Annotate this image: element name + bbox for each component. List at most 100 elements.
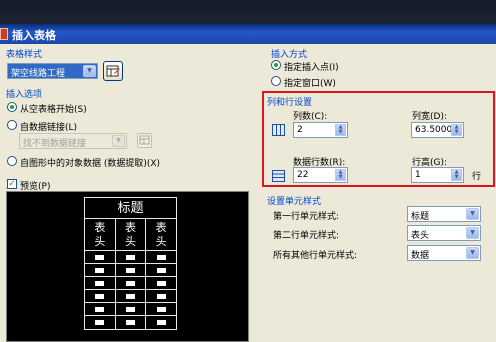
data-link-select[interactable]: 找不到数据链接 ▼ [19,133,127,149]
preview-header-cell: 表头 [155,221,167,248]
specify-window-label: 指定窗口(W) [284,79,336,89]
preview-data-row [85,264,176,277]
preview-data-cell [116,264,147,276]
table-style-group-label: 表格样式 [6,50,43,60]
dialog-title-bar[interactable]: 插入表格 [0,24,496,44]
table-style-value: 架空线路工程 [11,69,66,79]
radio-from-data-link[interactable] [7,120,17,130]
from-data-link-label: 自数据链接(L) [20,123,78,133]
specify-insertion-point-label: 指定插入点(I) [284,63,339,73]
insert-options-group-label: 插入选项 [6,90,43,100]
preview-data-row [85,251,176,264]
first-row-style-label: 第一行单元样式: [273,212,340,222]
preview-table: 标题 表头 表头 表头 [84,197,177,330]
data-link-manager-button[interactable] [137,133,152,148]
preview-data-mark [126,306,135,312]
preview-header-cell: 表头 [116,219,147,250]
preview-data-mark [126,267,135,273]
preview-data-cell [146,264,176,276]
table-style-icon [106,65,120,77]
other-rows-style-label: 所有其他行单元样式: [273,251,358,261]
preview-data-mark [126,254,135,260]
radio-from-object-data[interactable] [7,156,17,166]
insert-method-group-label: 插入方式 [271,50,308,60]
preview-data-cell [146,303,176,315]
preview-data-mark [156,254,166,260]
row-height-unit: 行 [472,172,482,182]
preview-data-mark [156,306,166,312]
preview-table-title: 标题 [85,198,176,219]
other-rows-style-select[interactable]: 数据 ▼ [407,245,481,261]
radio-specify-window[interactable] [271,76,281,86]
rows-icon [272,170,285,182]
data-rows-value: 22 [297,170,309,180]
columns-icon [272,124,285,136]
column-width-label: 列宽(D): [412,112,447,122]
preview-data-row [85,290,176,303]
column-width-spinner[interactable]: ▲ ▼ [451,124,462,136]
column-width-value: 63.5000 [415,125,453,135]
insert-table-dialog: 表格样式 架空线路工程 ▼ 插入选项 从空表格开始(S) 自数据链接(L) 找不… [0,44,496,342]
from-object-data-label: 自图形中的对象数据 (数据提取)(X) [20,159,161,169]
preview-data-cell [146,290,176,302]
columns-input[interactable]: 2 ▲ ▼ [293,122,348,138]
first-row-style-value: 标题 [411,212,430,222]
preview-data-cell [116,303,147,315]
preview-data-mark [126,280,135,286]
row-height-value: 1 [415,170,421,180]
preview-data-rows [85,251,176,329]
preview-data-cell [116,251,147,263]
chevron-down-icon: ▼ [466,247,479,259]
chevron-down-icon: ▼ [112,135,125,147]
data-link-icon [139,135,150,145]
table-style-select[interactable]: 架空线路工程 ▼ [7,63,98,79]
preview-data-mark [156,280,166,286]
preview-data-cell [116,277,147,289]
cell-styles-group-label: 设置单元样式 [267,197,322,207]
columns-label: 列数(C): [293,112,328,122]
second-row-style-select[interactable]: 表头 ▼ [407,225,481,241]
preview-data-mark [126,320,135,325]
preview-data-mark [156,320,166,325]
preview-data-mark [156,267,166,273]
row-height-spinner[interactable]: ▲ ▼ [451,169,462,181]
chevron-down-icon: ▼ [466,227,479,239]
preview-data-cell [85,251,116,263]
preview-data-mark [95,280,105,286]
app-icon [0,28,8,40]
preview-data-mark [95,254,105,260]
preview-data-cell [116,290,147,302]
radio-specify-insertion-point[interactable] [271,60,281,70]
radio-start-from-empty[interactable] [7,102,17,112]
preview-checkbox[interactable]: ✓ [7,179,17,189]
preview-data-cell [146,316,176,329]
launch-table-style-dialog-button[interactable] [103,61,123,81]
preview-data-cell [146,251,176,263]
preview-data-cell [85,277,116,289]
data-link-placeholder: 找不到数据链接 [23,139,87,149]
preview-data-cell [85,290,116,302]
data-rows-input[interactable]: 22 ▲ ▼ [293,167,348,183]
preview-header-cell: 表头 [85,219,116,250]
preview-data-row [85,316,176,329]
data-rows-spinner[interactable]: ▲ ▼ [335,169,346,181]
preview-data-row [85,303,176,316]
preview-data-row [85,277,176,290]
first-row-style-select[interactable]: 标题 ▼ [407,206,481,222]
start-from-empty-label: 从空表格开始(S) [20,105,87,115]
preview-header-row: 表头 表头 表头 [85,219,176,251]
preview-data-mark [95,293,105,299]
chevron-down-icon: ▼ [466,208,479,220]
preview-data-cell [146,277,176,289]
chevron-down-icon: ▼ [83,65,96,77]
row-height-input[interactable]: 1 ▲ ▼ [411,167,464,183]
preview-data-cell [116,316,147,329]
columns-value: 2 [297,125,303,135]
preview-data-cell [85,316,116,329]
background-window-strip [0,0,496,24]
column-width-input[interactable]: 63.5000 ▲ ▼ [411,122,464,138]
dialog-title: 插入表格 [12,29,56,42]
second-row-style-label: 第二行单元样式: [273,231,340,241]
preview-data-mark [95,306,105,312]
columns-spinner[interactable]: ▲ ▼ [335,124,346,136]
